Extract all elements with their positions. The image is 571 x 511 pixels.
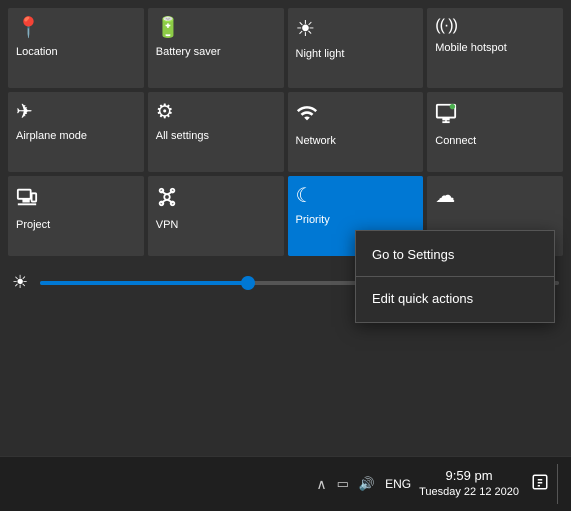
- connect-icon: [435, 102, 457, 127]
- brightness-fill: [40, 281, 248, 285]
- tile-location-label: Location: [16, 46, 58, 59]
- tile-mobile-hotspot-label: Mobile hotspot: [435, 42, 507, 55]
- priority-icon: ☾: [296, 186, 314, 206]
- tile-night-light-label: Night light: [296, 48, 345, 61]
- vpn-icon: [156, 186, 178, 211]
- tile-airplane-label: Airplane mode: [16, 130, 87, 143]
- tile-night-light[interactable]: ☀ Night light: [288, 8, 424, 88]
- language-label[interactable]: ENG: [385, 477, 411, 491]
- edit-quick-actions-item[interactable]: Edit quick actions: [356, 279, 554, 318]
- focus-icon: ☁: [435, 186, 455, 206]
- mobile-hotspot-icon: ((·)): [435, 18, 457, 34]
- quick-actions-grid: 📍 Location 🔋 Battery saver ☀ Night light…: [8, 8, 563, 256]
- brightness-icon: ☀: [12, 272, 28, 293]
- action-center: 📍 Location 🔋 Battery saver ☀ Night light…: [0, 0, 571, 456]
- settings-icon: ⚙: [156, 102, 174, 122]
- tile-mobile-hotspot[interactable]: ((·)) Mobile hotspot: [427, 8, 563, 88]
- tile-vpn[interactable]: VPN: [148, 176, 284, 256]
- taskbar-clock[interactable]: 9:59 pm Tuesday 22 12 2020: [419, 467, 519, 501]
- battery-icon: ▭: [337, 476, 349, 492]
- tile-location[interactable]: 📍 Location: [8, 8, 144, 88]
- tile-priority-label: Priority: [296, 214, 330, 227]
- airplane-icon: ✈: [16, 102, 33, 122]
- chevron-up-icon[interactable]: ∧: [316, 476, 326, 493]
- clock-date: Tuesday 22 12 2020: [419, 485, 519, 500]
- tile-project-label: Project: [16, 219, 50, 232]
- location-icon: 📍: [16, 18, 41, 38]
- brightness-thumb[interactable]: [241, 276, 255, 290]
- tile-all-settings-label: All settings: [156, 130, 209, 143]
- go-to-settings-item[interactable]: Go to Settings: [356, 235, 554, 274]
- volume-icon[interactable]: 🔊: [359, 476, 375, 492]
- tile-battery-saver[interactable]: 🔋 Battery saver: [148, 8, 284, 88]
- project-icon: [16, 186, 38, 211]
- context-menu: Go to Settings Edit quick actions: [355, 230, 555, 323]
- tile-battery-saver-label: Battery saver: [156, 46, 221, 59]
- tile-all-settings[interactable]: ⚙ All settings: [148, 92, 284, 172]
- action-center-button[interactable]: [531, 473, 549, 496]
- night-light-icon: ☀: [296, 18, 316, 40]
- tile-connect-label: Connect: [435, 135, 476, 148]
- network-icon: [296, 102, 318, 127]
- context-menu-divider: [356, 276, 554, 277]
- taskbar: ∧ ▭ 🔊 ENG 9:59 pm Tuesday 22 12 2020: [0, 456, 571, 511]
- tile-vpn-label: VPN: [156, 219, 179, 232]
- tile-connect[interactable]: Connect: [427, 92, 563, 172]
- tile-project[interactable]: Project: [8, 176, 144, 256]
- tile-network-label: Network: [296, 135, 336, 148]
- taskbar-system-icons: ∧ ▭ 🔊 ENG: [316, 476, 411, 493]
- tile-airplane-mode[interactable]: ✈ Airplane mode: [8, 92, 144, 172]
- battery-saver-icon: 🔋: [156, 18, 181, 38]
- tile-network[interactable]: Network: [288, 92, 424, 172]
- clock-time: 9:59 pm: [446, 467, 493, 485]
- show-desktop-button[interactable]: [557, 464, 563, 504]
